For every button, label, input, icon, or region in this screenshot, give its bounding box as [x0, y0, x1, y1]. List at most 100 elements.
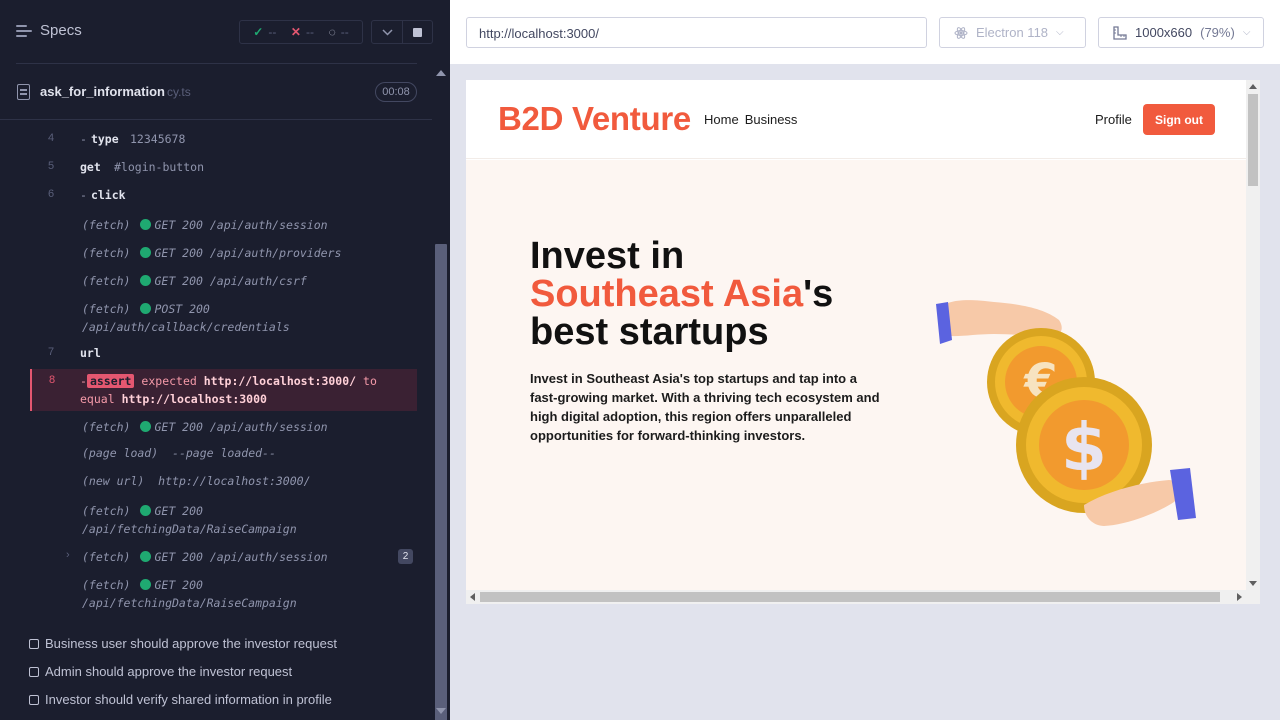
event-kind: (page load) — [82, 446, 159, 460]
test-stats: ✓ -- ✕ -- ◌ -- — [239, 20, 363, 44]
hero-title-accent: Southeast Asia — [530, 273, 804, 315]
specs-toggle[interactable]: Specs — [16, 22, 82, 39]
scrollbar-thumb[interactable] — [480, 592, 1220, 602]
assert-word: equal — [80, 392, 115, 406]
scrollbar-thumb[interactable] — [1248, 94, 1258, 186]
passed-stat: ✓ -- — [253, 25, 276, 39]
hero-section: Invest in Southeast Asia's best startups… — [466, 160, 1246, 590]
event-kind: (fetch) — [82, 218, 131, 232]
stop-icon — [413, 27, 422, 37]
sign-out-button[interactable]: Sign out — [1143, 104, 1215, 135]
chevron-right-icon[interactable]: › — [66, 549, 70, 561]
assert-actual: http://localhost:3000/ — [203, 374, 357, 388]
event-kind: (fetch) — [82, 246, 131, 260]
event-kind: (fetch) — [82, 504, 131, 518]
reporter-header: Specs ✓ -- ✕ -- ◌ -- — [0, 0, 450, 64]
command-message: #login-button — [114, 160, 205, 174]
fetch-event[interactable]: (fetch) GET 200 /api/auth/session — [82, 548, 328, 566]
file-icon — [17, 84, 30, 100]
specs-title: Specs — [40, 22, 82, 39]
event-text: http://localhost:3000/ — [158, 474, 311, 488]
test-status-icon — [29, 694, 39, 705]
scroll-down-icon[interactable] — [436, 708, 446, 714]
command-name: type — [90, 132, 119, 146]
command-number: 6 — [48, 188, 55, 200]
fetch-event[interactable]: (fetch) GET 200 /api/auth/session — [82, 216, 328, 234]
svg-text:$: $ — [1061, 409, 1107, 486]
status-dot-icon — [140, 247, 152, 258]
event-text: --page loaded-- — [172, 446, 276, 460]
scroll-down-icon[interactable] — [1249, 581, 1257, 586]
spec-file-ext: cy.ts — [166, 85, 191, 99]
event-text: GET 200 /api/auth/session — [154, 550, 328, 564]
assert-chip: assert — [86, 374, 135, 388]
assert-expected: http://localhost:3000 — [121, 392, 267, 406]
coins-hands-illustration: € $ — [936, 300, 1196, 526]
viewport-selector[interactable]: 1000x660 (79%) ⌵ — [1098, 17, 1264, 48]
aut-horizontal-scrollbar[interactable] — [466, 590, 1246, 604]
event-kind: (new url) — [82, 474, 145, 488]
event-text: GET 200 — [154, 504, 203, 518]
url-bar[interactable]: http://localhost:3000/ — [466, 17, 927, 48]
test-item[interactable]: Business user should approve the investo… — [29, 636, 337, 651]
ruler-icon — [1113, 25, 1127, 40]
spec-file-name: ask_for_information cy.ts — [40, 84, 191, 99]
fetch-event[interactable]: (fetch) GET 200 /api/fetchingData/RaiseCa… — [82, 576, 297, 612]
new-url-event[interactable]: (new url) http://localhost:3000/ — [82, 472, 311, 490]
fetch-event[interactable]: (fetch) GET 200 /api/fetchingData/RaiseCa… — [82, 502, 297, 538]
menu-icon — [16, 24, 32, 38]
scroll-left-icon[interactable] — [470, 593, 475, 601]
check-icon: ✓ — [253, 25, 264, 39]
fetch-event[interactable]: (fetch) GET 200 /api/auth/csrf — [82, 272, 307, 290]
command-name: click — [90, 188, 126, 202]
hero-description: Invest in Southeast Asia's top startups … — [530, 371, 880, 443]
passed-count: -- — [268, 25, 277, 39]
assertion-message-continued: equal http://localhost:3000 — [80, 392, 267, 406]
fetch-event[interactable]: (fetch) POST 200 /api/auth/callback/crede… — [82, 300, 290, 336]
event-kind: (fetch) — [82, 302, 131, 316]
event-text-continued: /api/fetchingData/RaiseCampaign — [82, 596, 297, 610]
reporter-scrollbar[interactable] — [432, 64, 450, 720]
status-dot-icon — [140, 505, 152, 516]
browser-selector[interactable]: Electron 118 ⌵ — [939, 17, 1086, 48]
scroll-up-icon[interactable] — [1249, 84, 1257, 89]
failed-assertion-row[interactable]: 8 - assert expected http://localhost:3000… — [30, 369, 417, 411]
hero-title-line3: best startups — [530, 311, 769, 353]
cross-icon: ✕ — [290, 25, 301, 39]
test-item[interactable]: Investor should verify shared informatio… — [29, 692, 332, 707]
test-item[interactable]: Admin should approve the investor reques… — [29, 664, 292, 679]
assertion-message: - assert expected http://localhost:3000/ … — [80, 374, 377, 388]
aut-iframe: B2D Venture Home Business Profile Sign o… — [466, 80, 1260, 604]
test-title: Business user should approve the investo… — [45, 636, 337, 651]
duration-badge: 00:08 — [375, 82, 417, 102]
page-load-event[interactable]: (page load) --page loaded-- — [82, 444, 276, 462]
event-text-continued: /api/fetchingData/RaiseCampaign — [82, 522, 297, 536]
hero-title-line1: Invest in — [530, 235, 685, 277]
brand-logo[interactable]: B2D Venture — [498, 100, 691, 138]
event-kind: (fetch) — [82, 420, 131, 434]
status-dot-icon — [140, 275, 152, 286]
scrollbar-thumb[interactable] — [435, 244, 447, 720]
aut-vertical-scrollbar[interactable] — [1246, 80, 1260, 590]
fetch-event[interactable]: (fetch) GET 200 /api/auth/providers — [82, 244, 341, 262]
fetch-event[interactable]: (fetch) GET 200 /api/auth/session — [82, 418, 328, 436]
scroll-right-icon[interactable] — [1237, 593, 1242, 601]
nav-business-link[interactable]: Business — [745, 112, 798, 127]
hero-title-suffix: 's — [803, 273, 834, 315]
chevron-down-icon — [381, 28, 393, 36]
spec-file-row[interactable]: ask_for_information cy.ts 00:08 — [0, 65, 432, 120]
test-title: Investor should verify shared informatio… — [45, 692, 332, 707]
expand-collapse-button[interactable] — [371, 20, 403, 44]
pending-count: -- — [340, 25, 349, 39]
command-message: 12345678 — [130, 132, 186, 146]
chevron-down-icon: ⌵ — [1056, 27, 1064, 38]
electron-icon — [954, 26, 968, 39]
spec-file-basename: ask_for_information — [40, 84, 165, 99]
status-dot-icon — [140, 579, 152, 590]
nav-home-link[interactable]: Home — [704, 112, 739, 127]
stop-button[interactable] — [402, 20, 433, 44]
scroll-up-icon[interactable] — [436, 70, 446, 76]
test-title: Admin should approve the investor reques… — [45, 664, 293, 679]
profile-link[interactable]: Profile — [1095, 112, 1132, 127]
event-kind: (fetch) — [82, 274, 131, 288]
